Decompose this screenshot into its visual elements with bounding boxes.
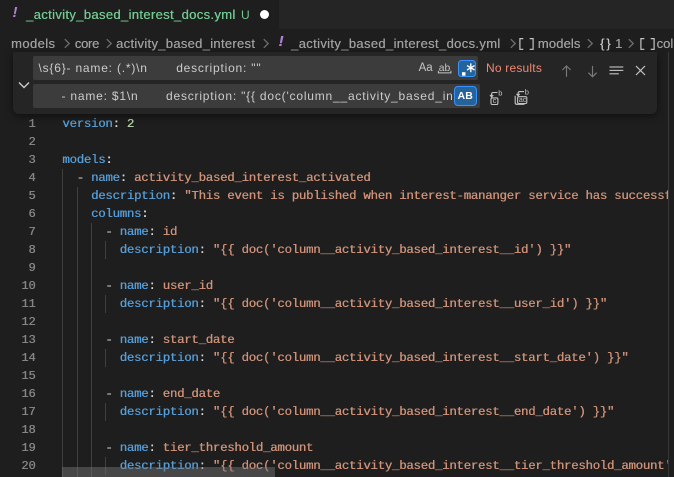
svg-text:ac: ac [519, 97, 527, 104]
svg-text:ab: ab [439, 63, 451, 74]
svg-text:c: c [493, 96, 497, 105]
svg-text:b: b [525, 89, 529, 96]
svg-text:b: b [498, 90, 502, 97]
